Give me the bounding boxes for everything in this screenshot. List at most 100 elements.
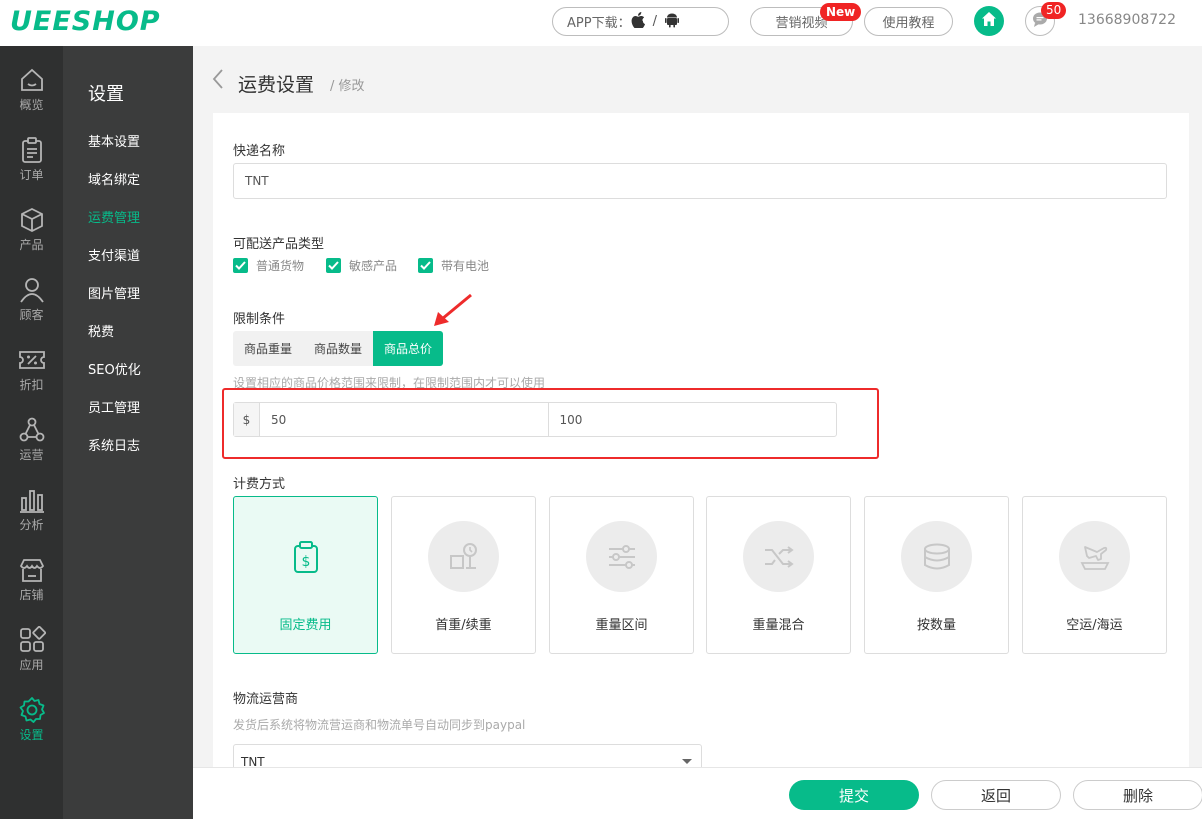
express-name-input[interactable]: TNT (233, 163, 1167, 199)
page-title: 运费设置 (238, 74, 315, 96)
subnav-item-payment[interactable]: 支付渠道 (88, 245, 140, 264)
tutorial-button[interactable]: 使用教程 (864, 7, 953, 36)
rail-item-orders[interactable]: 订单 (0, 136, 63, 196)
billing-method-name: 重量混合 (752, 618, 805, 633)
message-count-badge: 50 (1041, 2, 1067, 19)
rail-label: 顾客 (19, 308, 44, 322)
breadcrumb: / 修改 (330, 79, 365, 94)
gear-icon (19, 697, 45, 723)
scale-icon (428, 521, 499, 592)
action-footer: 提交 返回 删除 (193, 767, 1202, 819)
home-button[interactable] (974, 6, 1004, 36)
rail-item-operations[interactable]: 运营 (0, 416, 63, 476)
rail-label: 设置 (19, 728, 44, 742)
checkbox-battery[interactable]: 带有电池 (418, 257, 489, 274)
tab-total-price[interactable]: 商品总价 (373, 331, 443, 366)
product-types-label: 可配送产品类型 (233, 237, 325, 252)
carrier-label: 物流运营商 (233, 692, 299, 707)
rail-item-store[interactable]: 店铺 (0, 556, 63, 616)
shuffle-icon (743, 521, 814, 592)
home-outline-icon (20, 68, 43, 91)
subnav-item-images[interactable]: 图片管理 (88, 283, 140, 302)
billing-method-name: 首重/续重 (435, 618, 492, 633)
subnav-item-logs[interactable]: 系统日志 (88, 435, 140, 454)
bar-chart-icon (19, 490, 44, 513)
rail-item-settings[interactable]: 设置 (0, 696, 63, 756)
checkmark-icon (418, 258, 433, 273)
subnav-item-basic[interactable]: 基本设置 (88, 131, 140, 150)
apple-icon[interactable] (631, 11, 645, 32)
carrier-select[interactable]: TNT (233, 744, 702, 767)
top-header: UEESHOP APP下载： / 营销视频 New 使用教程 50 136689… (0, 0, 1202, 46)
express-name-label: 快递名称 (233, 144, 286, 159)
rail-label: 订单 (19, 168, 44, 182)
clipboard-icon (21, 137, 42, 163)
carrier-select-value: TNT (241, 755, 265, 767)
plane-ship-icon (1059, 521, 1130, 592)
chevron-down-icon (682, 759, 692, 764)
rail-label: 折扣 (19, 378, 44, 392)
network-icon (19, 417, 44, 442)
page-header: 运费设置 / 修改 (193, 46, 1202, 112)
billing-method-name: 按数量 (916, 618, 956, 633)
billing-method-name: 固定费用 (279, 618, 332, 633)
billing-method-weight-range[interactable]: 重量区间 (549, 496, 694, 654)
settings-subnav: 设置 基本设置 域名绑定 运费管理 支付渠道 图片管理 税费 SEO优化 员工管… (63, 46, 193, 819)
chevron-left-icon[interactable] (211, 68, 225, 94)
billing-method-name: 空运/海运 (1066, 618, 1123, 633)
billing-method-name: 重量区间 (595, 618, 648, 633)
delete-button[interactable]: 删除 (1073, 780, 1202, 810)
subnav-item-domain[interactable]: 域名绑定 (88, 169, 140, 188)
user-account[interactable]: 13668908722 (1078, 12, 1176, 28)
app-download-label: APP下载： (567, 16, 631, 31)
highlight-annotation-box (222, 388, 879, 459)
rail-item-overview[interactable]: 概览 (0, 66, 63, 126)
sliders-icon (586, 521, 657, 592)
billing-method-fixed[interactable]: $ 固定费用 (233, 496, 378, 654)
carrier-hint: 发货后系统将物流营运商和物流单号自动同步到paypal (233, 718, 526, 732)
new-badge: New (820, 3, 862, 21)
store-icon (19, 559, 44, 582)
back-button[interactable]: 返回 (931, 780, 1061, 810)
annotation-arrow-icon (434, 293, 472, 326)
checkbox-general-goods[interactable]: 普通货物 (233, 257, 304, 274)
box-icon (20, 207, 43, 233)
tab-weight[interactable]: 商品重量 (233, 331, 303, 366)
subnav-item-shipping[interactable]: 运费管理 (88, 207, 140, 226)
subnav-title: 设置 (88, 84, 124, 105)
rail-label: 应用 (19, 658, 44, 672)
billing-method-by-quantity[interactable]: 按数量 (864, 496, 1009, 654)
fixed-fee-clipboard-icon: $ (270, 521, 341, 592)
logo[interactable]: UEESHOP (10, 6, 161, 37)
rail-item-products[interactable]: 产品 (0, 206, 63, 266)
subnav-item-staff[interactable]: 员工管理 (88, 397, 140, 416)
home-icon (981, 11, 997, 31)
apps-icon (19, 626, 46, 652)
billing-method-air-sea[interactable]: 空运/海运 (1022, 496, 1167, 654)
checkmark-icon (233, 258, 248, 273)
stack-icon (901, 521, 972, 592)
rail-label: 运营 (19, 448, 44, 462)
primary-nav-rail: 概览 订单 产品 顾客 折扣 运营 分析 店铺 应用 设置 (0, 46, 63, 819)
svg-text:$: $ (301, 554, 310, 570)
submit-button[interactable]: 提交 (789, 780, 919, 810)
rail-label: 产品 (19, 238, 44, 252)
rail-item-apps[interactable]: 应用 (0, 626, 63, 686)
app-download-pill[interactable]: APP下载： / (552, 7, 729, 36)
rail-label: 店铺 (19, 588, 44, 602)
billing-method-first-weight[interactable]: 首重/续重 (391, 496, 536, 654)
checkbox-sensitive[interactable]: 敏感产品 (326, 257, 397, 274)
rail-item-analytics[interactable]: 分析 (0, 486, 63, 546)
rail-item-discounts[interactable]: 折扣 (0, 346, 63, 406)
billing-method-weight-mixed[interactable]: 重量混合 (706, 496, 851, 654)
restriction-label: 限制条件 (233, 312, 286, 327)
rail-label: 分析 (19, 518, 44, 532)
subnav-item-tax[interactable]: 税费 (88, 321, 114, 340)
tab-quantity[interactable]: 商品数量 (303, 331, 373, 366)
percent-ticket-icon (18, 351, 45, 369)
subnav-item-seo[interactable]: SEO优化 (88, 359, 141, 378)
rail-label: 概览 (19, 98, 44, 112)
android-icon[interactable] (664, 12, 679, 32)
user-icon (19, 278, 44, 303)
rail-item-customers[interactable]: 顾客 (0, 276, 63, 336)
